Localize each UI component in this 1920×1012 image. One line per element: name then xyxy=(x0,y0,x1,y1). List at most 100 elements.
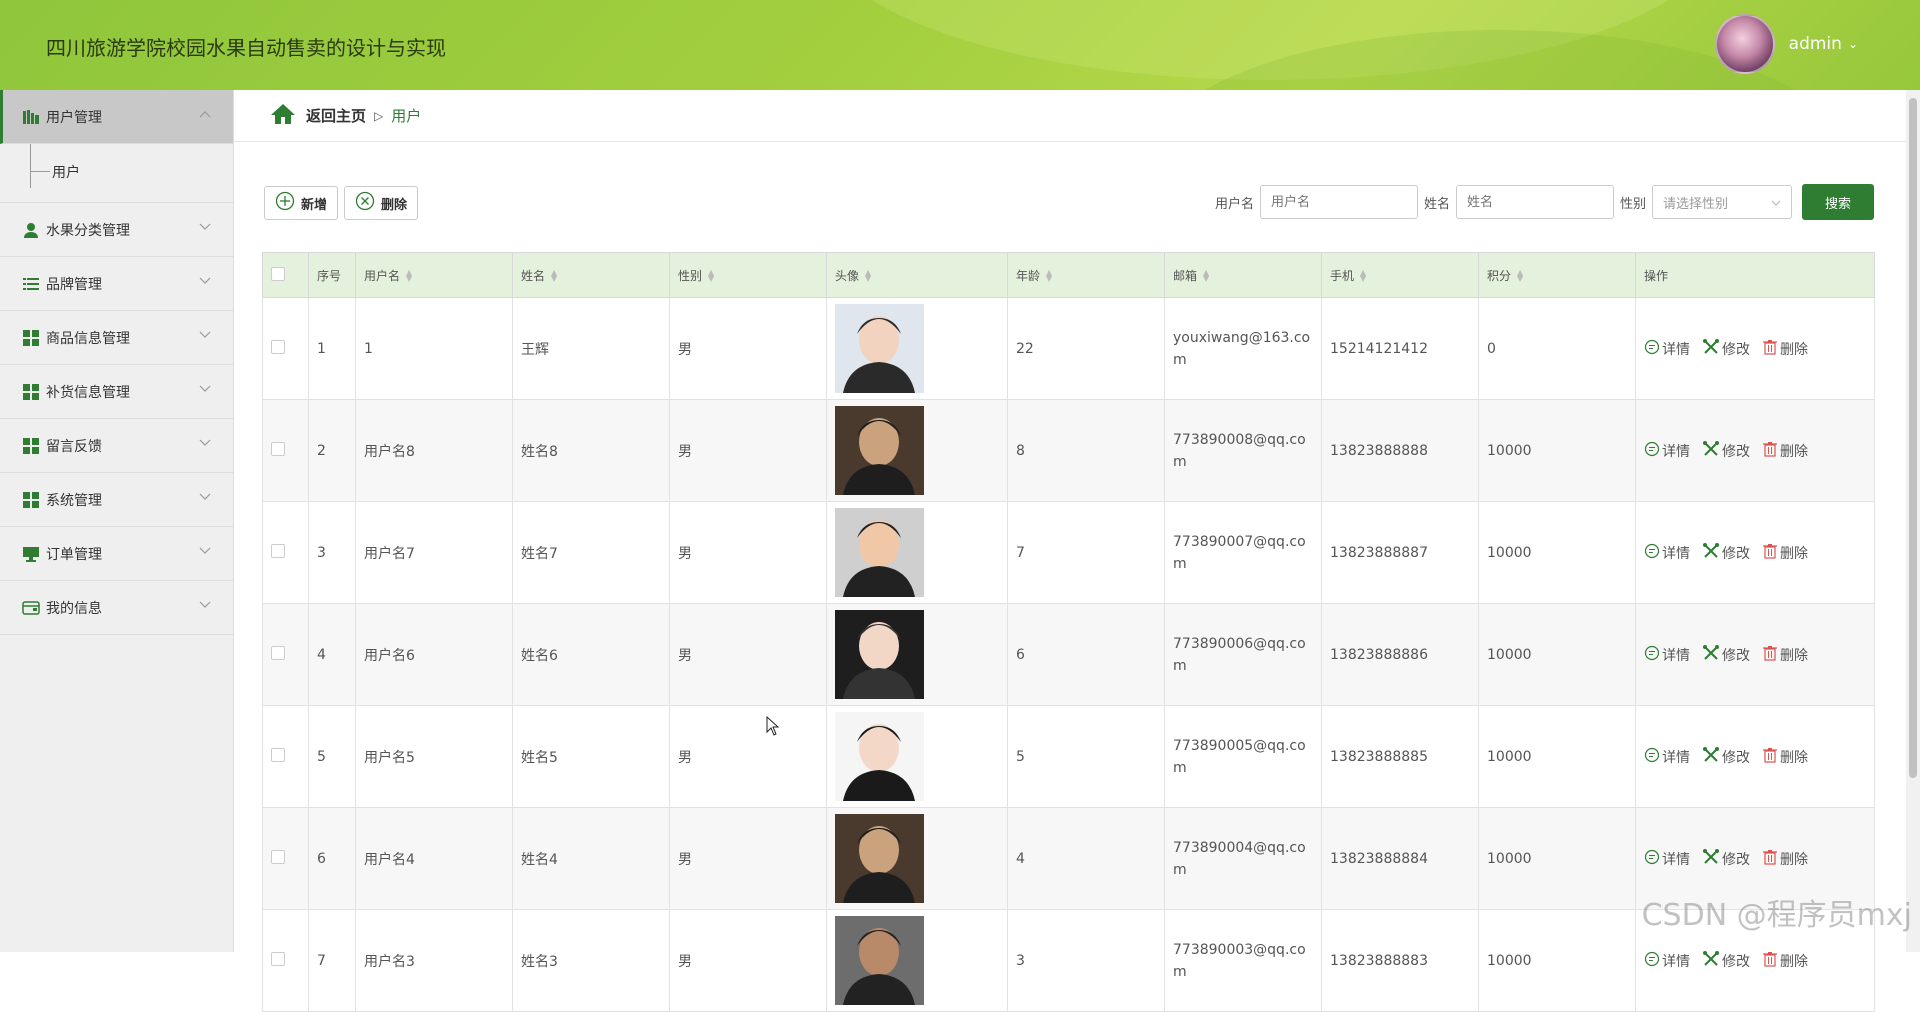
cell-gender: 男 xyxy=(669,705,827,808)
col-avatar[interactable]: 头像 ▲ ▼ xyxy=(826,252,1008,298)
cell-points: 10000 xyxy=(1478,501,1636,604)
sort-icon[interactable]: ▲ ▼ xyxy=(865,269,871,283)
col-name[interactable]: 姓名 ▲ ▼ xyxy=(512,252,670,298)
row-checkbox[interactable] xyxy=(271,951,285,966)
detail-button[interactable]: 详情 xyxy=(1644,950,1690,972)
delete-button-label: 删除 xyxy=(381,197,408,213)
cell-index: 1 xyxy=(308,297,356,400)
add-button[interactable]: 新增 xyxy=(264,186,339,220)
sort-icon[interactable]: ▲ ▼ xyxy=(1517,269,1523,283)
col-email[interactable]: 邮箱 ▲ ▼ xyxy=(1164,252,1322,298)
row-checkbox[interactable] xyxy=(271,543,285,558)
row-checkbox[interactable] xyxy=(271,339,285,354)
sort-icon[interactable]: ▲ ▼ xyxy=(1203,269,1209,283)
row-checkbox[interactable] xyxy=(271,849,285,864)
detail-label: 详情 xyxy=(1662,443,1690,460)
detail-icon xyxy=(1644,951,1660,971)
detail-button[interactable]: 详情 xyxy=(1644,644,1690,666)
user-photo[interactable] xyxy=(835,406,924,495)
gender-select[interactable]: 请选择性别 xyxy=(1652,185,1792,219)
sort-icon[interactable]: ▲ ▼ xyxy=(406,269,412,283)
row-delete-button[interactable]: 删除 xyxy=(1762,542,1808,564)
sidebar-item-fruit-category[interactable]: 水果分类管理 xyxy=(0,203,233,257)
detail-button[interactable]: 详情 xyxy=(1644,440,1690,462)
sidebar-item-product-info[interactable]: 商品信息管理 xyxy=(0,311,233,365)
scrollbar[interactable] xyxy=(1906,90,1920,952)
chevron-down-icon[interactable]: ⌄ xyxy=(1848,37,1858,51)
user-name[interactable]: admin xyxy=(1789,34,1842,54)
user-photo[interactable] xyxy=(835,508,924,597)
name-input[interactable] xyxy=(1455,185,1614,219)
detail-label: 详情 xyxy=(1662,953,1690,970)
col-gender[interactable]: 性别 ▲ ▼ xyxy=(669,252,827,298)
sort-icon[interactable]: ▲ ▼ xyxy=(1046,269,1052,283)
search-button[interactable]: 搜索 xyxy=(1802,184,1874,220)
row-delete-button[interactable]: 删除 xyxy=(1762,440,1808,462)
edit-button[interactable]: 修改 xyxy=(1702,542,1750,564)
col-phone[interactable]: 手机 ▲ ▼ xyxy=(1321,252,1479,298)
row-delete-button[interactable]: 删除 xyxy=(1762,848,1808,870)
sort-icon[interactable]: ▲ ▼ xyxy=(1360,269,1366,283)
tree-branch xyxy=(30,171,50,172)
detail-button[interactable]: 详情 xyxy=(1644,746,1690,768)
detail-button[interactable]: 详情 xyxy=(1644,848,1690,870)
sidebar-subitem-user[interactable]: 用户 xyxy=(52,162,80,182)
edit-button[interactable]: 修改 xyxy=(1702,746,1750,768)
edit-button[interactable]: 修改 xyxy=(1702,848,1750,870)
sidebar-item-my-info[interactable]: 我的信息 xyxy=(0,581,233,635)
user-table: 序号 用户名 ▲ ▼ 姓名 ▲ ▼ 性别 ▲ ▼ 头像 ▲ ▼ 年龄 ▲ ▼ 邮箱 ▲ ▼ 手机 ▲ ▼ 积… xyxy=(262,252,1875,1012)
sidebar-item-feedback[interactable]: 留言反馈 xyxy=(0,419,233,473)
user-menu[interactable]: admin ⌄ xyxy=(1714,14,1858,74)
sidebar-item-restock-info[interactable]: 补货信息管理 xyxy=(0,365,233,419)
row-select-cell xyxy=(262,909,309,1012)
detail-button[interactable]: 详情 xyxy=(1644,338,1690,360)
cell-index: 7 xyxy=(308,909,356,1012)
delete-label: 删除 xyxy=(1780,443,1808,460)
col-age[interactable]: 年龄 ▲ ▼ xyxy=(1007,252,1165,298)
avatar[interactable] xyxy=(1714,14,1775,74)
sort-icon[interactable]: ▲ ▼ xyxy=(708,269,714,283)
breadcrumb-home[interactable]: 返回主页 xyxy=(306,105,366,126)
delete-button[interactable]: 删除 xyxy=(344,186,419,220)
select-all-checkbox[interactable] xyxy=(271,266,285,281)
sidebar-item-orders[interactable]: 订单管理 xyxy=(0,527,233,581)
sidebar-item-label: 用户管理 xyxy=(46,109,102,126)
home-icon[interactable] xyxy=(270,103,296,129)
col-points[interactable]: 积分 ▲ ▼ xyxy=(1478,252,1636,298)
site-title: 四川旅游学院校园水果自动售卖的设计与实现 xyxy=(46,36,446,60)
user-photo[interactable] xyxy=(835,916,924,1005)
row-delete-button[interactable]: 删除 xyxy=(1762,338,1808,360)
row-checkbox[interactable] xyxy=(271,441,285,456)
row-delete-button[interactable]: 删除 xyxy=(1762,644,1808,666)
scrollbar-thumb[interactable] xyxy=(1909,98,1917,778)
user-photo[interactable] xyxy=(835,304,924,393)
user-photo[interactable] xyxy=(835,712,924,801)
email-text: 773890003@qq.com xyxy=(1173,941,1306,980)
sidebar-item-user-management[interactable]: 用户管理 xyxy=(0,90,233,144)
edit-button[interactable]: 修改 xyxy=(1702,950,1750,972)
user-photo[interactable] xyxy=(835,610,924,699)
edit-button[interactable]: 修改 xyxy=(1702,440,1750,462)
list-icon xyxy=(22,275,40,293)
row-checkbox[interactable] xyxy=(271,645,285,660)
cell-actions: 详情 修改 删除 xyxy=(1635,399,1875,502)
sidebar-item-system[interactable]: 系统管理 xyxy=(0,473,233,527)
col-actions: 操作 xyxy=(1635,252,1875,298)
edit-button[interactable]: 修改 xyxy=(1702,644,1750,666)
row-delete-button[interactable]: 删除 xyxy=(1762,746,1808,768)
trash-icon xyxy=(1762,645,1778,665)
row-delete-button[interactable]: 删除 xyxy=(1762,950,1808,972)
cell-age: 8 xyxy=(1007,399,1165,502)
user-photo[interactable] xyxy=(835,814,924,903)
edit-button[interactable]: 修改 xyxy=(1702,338,1750,360)
username-input[interactable] xyxy=(1259,185,1418,219)
cell-index: 6 xyxy=(308,807,356,910)
cell-name: 姓名8 xyxy=(512,399,670,502)
col-username[interactable]: 用户名 ▲ ▼ xyxy=(355,252,513,298)
detail-button[interactable]: 详情 xyxy=(1644,542,1690,564)
detail-label: 详情 xyxy=(1662,545,1690,562)
sidebar-item-brand[interactable]: 品牌管理 xyxy=(0,257,233,311)
cell-phone: 13823888883 xyxy=(1321,909,1479,1012)
sort-icon[interactable]: ▲ ▼ xyxy=(551,269,557,283)
row-checkbox[interactable] xyxy=(271,747,285,762)
